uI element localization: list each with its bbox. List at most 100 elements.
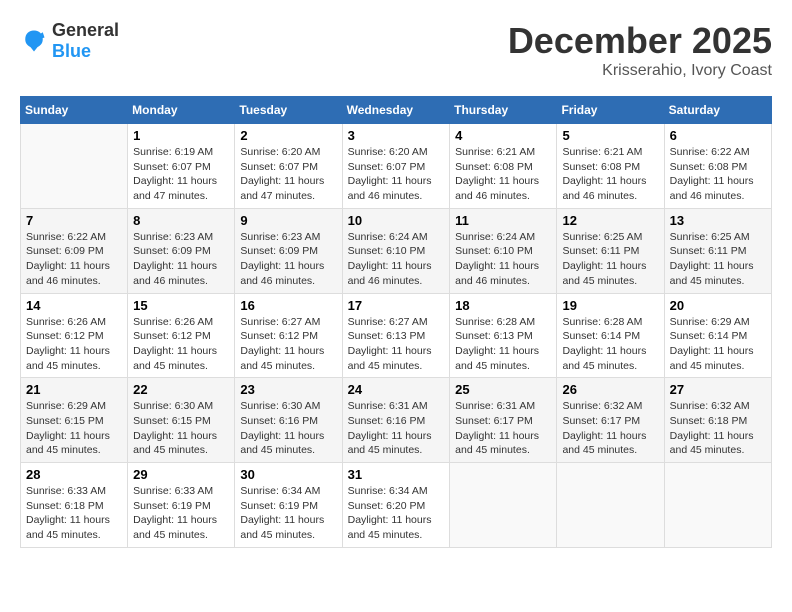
day-info: Sunrise: 6:20 AM Sunset: 6:07 PM Dayligh… — [348, 145, 445, 204]
calendar-cell: 19 Sunrise: 6:28 AM Sunset: 6:14 PM Dayli… — [557, 293, 664, 378]
calendar-cell: 12 Sunrise: 6:25 AM Sunset: 6:11 PM Dayli… — [557, 208, 664, 293]
calendar-cell: 1 Sunrise: 6:19 AM Sunset: 6:07 PM Daylig… — [128, 124, 235, 209]
day-info: Sunrise: 6:30 AM Sunset: 6:15 PM Dayligh… — [133, 399, 229, 458]
day-info: Sunrise: 6:29 AM Sunset: 6:15 PM Dayligh… — [26, 399, 122, 458]
calendar-cell: 25 Sunrise: 6:31 AM Sunset: 6:17 PM Dayli… — [450, 378, 557, 463]
day-info: Sunrise: 6:32 AM Sunset: 6:17 PM Dayligh… — [562, 399, 658, 458]
calendar-cell: 4 Sunrise: 6:21 AM Sunset: 6:08 PM Daylig… — [450, 124, 557, 209]
day-info: Sunrise: 6:27 AM Sunset: 6:13 PM Dayligh… — [348, 315, 445, 374]
day-number: 20 — [670, 298, 766, 313]
day-info: Sunrise: 6:33 AM Sunset: 6:18 PM Dayligh… — [26, 484, 122, 543]
calendar-cell: 14Sunrise: 6:26 AM Sunset: 6:12 PM Dayli… — [21, 293, 128, 378]
calendar-cell — [664, 463, 771, 548]
day-header-wednesday: Wednesday — [342, 97, 450, 124]
calendar-header-row: SundayMondayTuesdayWednesdayThursdayFrid… — [21, 97, 772, 124]
calendar-cell: 3 Sunrise: 6:20 AM Sunset: 6:07 PM Daylig… — [342, 124, 450, 209]
day-info: Sunrise: 6:34 AM Sunset: 6:19 PM Dayligh… — [240, 484, 336, 543]
calendar-cell: 11Sunrise: 6:24 AM Sunset: 6:10 PM Dayli… — [450, 208, 557, 293]
day-info: Sunrise: 6:29 AM Sunset: 6:14 PM Dayligh… — [670, 315, 766, 374]
day-info: Sunrise: 6:27 AM Sunset: 6:12 PM Dayligh… — [240, 315, 336, 374]
day-header-thursday: Thursday — [450, 97, 557, 124]
calendar-cell — [557, 463, 664, 548]
day-number: 21 — [26, 382, 122, 397]
day-info: Sunrise: 6:33 AM Sunset: 6:19 PM Dayligh… — [133, 484, 229, 543]
day-number: 25 — [455, 382, 551, 397]
day-number: 9 — [240, 213, 336, 228]
logo-general: General — [52, 20, 119, 40]
title-area: December 2025 Krisserahio, Ivory Coast — [508, 20, 772, 80]
day-number: 24 — [348, 382, 445, 397]
day-number: 29 — [133, 467, 229, 482]
day-number: 7 — [26, 213, 122, 228]
day-number: 13 — [670, 213, 766, 228]
logo-text: General Blue — [52, 20, 119, 62]
day-number: 19 — [562, 298, 658, 313]
day-info: Sunrise: 6:21 AM Sunset: 6:08 PM Dayligh… — [562, 145, 658, 204]
day-info: Sunrise: 6:21 AM Sunset: 6:08 PM Dayligh… — [455, 145, 551, 204]
day-number: 10 — [348, 213, 445, 228]
calendar-cell — [450, 463, 557, 548]
day-info: Sunrise: 6:20 AM Sunset: 6:07 PM Dayligh… — [240, 145, 336, 204]
week-row-1: 1 Sunrise: 6:19 AM Sunset: 6:07 PM Daylig… — [21, 124, 772, 209]
day-info: Sunrise: 6:22 AM Sunset: 6:09 PM Dayligh… — [26, 230, 122, 289]
day-number: 6 — [670, 128, 766, 143]
day-number: 26 — [562, 382, 658, 397]
day-info: Sunrise: 6:30 AM Sunset: 6:16 PM Dayligh… — [240, 399, 336, 458]
calendar-cell — [21, 124, 128, 209]
calendar-cell: 2 Sunrise: 6:20 AM Sunset: 6:07 PM Daylig… — [235, 124, 342, 209]
day-number: 5 — [562, 128, 658, 143]
day-info: Sunrise: 6:26 AM Sunset: 6:12 PM Dayligh… — [26, 315, 122, 374]
day-number: 28 — [26, 467, 122, 482]
location-subtitle: Krisserahio, Ivory Coast — [508, 62, 772, 80]
day-number: 1 — [133, 128, 229, 143]
day-info: Sunrise: 6:24 AM Sunset: 6:10 PM Dayligh… — [455, 230, 551, 289]
day-info: Sunrise: 6:19 AM Sunset: 6:07 PM Dayligh… — [133, 145, 229, 204]
day-info: Sunrise: 6:22 AM Sunset: 6:08 PM Dayligh… — [670, 145, 766, 204]
day-info: Sunrise: 6:24 AM Sunset: 6:10 PM Dayligh… — [348, 230, 445, 289]
logo: General Blue — [20, 20, 119, 62]
day-info: Sunrise: 6:28 AM Sunset: 6:13 PM Dayligh… — [455, 315, 551, 374]
logo-icon — [20, 27, 48, 55]
day-number: 15 — [133, 298, 229, 313]
calendar-cell: 22 Sunrise: 6:30 AM Sunset: 6:15 PM Dayli… — [128, 378, 235, 463]
day-info: Sunrise: 6:32 AM Sunset: 6:18 PM Dayligh… — [670, 399, 766, 458]
day-number: 30 — [240, 467, 336, 482]
calendar-cell: 20 Sunrise: 6:29 AM Sunset: 6:14 PM Dayli… — [664, 293, 771, 378]
day-number: 12 — [562, 213, 658, 228]
calendar-table: SundayMondayTuesdayWednesdayThursdayFrid… — [20, 96, 772, 548]
day-number: 3 — [348, 128, 445, 143]
day-header-saturday: Saturday — [664, 97, 771, 124]
day-number: 4 — [455, 128, 551, 143]
calendar-cell: 23 Sunrise: 6:30 AM Sunset: 6:16 PM Dayli… — [235, 378, 342, 463]
day-info: Sunrise: 6:28 AM Sunset: 6:14 PM Dayligh… — [562, 315, 658, 374]
day-number: 16 — [240, 298, 336, 313]
day-info: Sunrise: 6:25 AM Sunset: 6:11 PM Dayligh… — [670, 230, 766, 289]
calendar-cell: 27 Sunrise: 6:32 AM Sunset: 6:18 PM Dayli… — [664, 378, 771, 463]
week-row-2: 7 Sunrise: 6:22 AM Sunset: 6:09 PM Daylig… — [21, 208, 772, 293]
day-header-monday: Monday — [128, 97, 235, 124]
day-header-friday: Friday — [557, 97, 664, 124]
week-row-5: 28 Sunrise: 6:33 AM Sunset: 6:18 PM Dayli… — [21, 463, 772, 548]
logo-blue: Blue — [52, 41, 91, 61]
calendar-cell: 26 Sunrise: 6:32 AM Sunset: 6:17 PM Dayli… — [557, 378, 664, 463]
day-info: Sunrise: 6:34 AM Sunset: 6:20 PM Dayligh… — [348, 484, 445, 543]
month-year-title: December 2025 — [508, 20, 772, 62]
day-number: 8 — [133, 213, 229, 228]
day-info: Sunrise: 6:26 AM Sunset: 6:12 PM Dayligh… — [133, 315, 229, 374]
day-info: Sunrise: 6:31 AM Sunset: 6:16 PM Dayligh… — [348, 399, 445, 458]
day-header-tuesday: Tuesday — [235, 97, 342, 124]
day-info: Sunrise: 6:31 AM Sunset: 6:17 PM Dayligh… — [455, 399, 551, 458]
day-number: 23 — [240, 382, 336, 397]
day-number: 31 — [348, 467, 445, 482]
day-number: 17 — [348, 298, 445, 313]
calendar-cell: 5 Sunrise: 6:21 AM Sunset: 6:08 PM Daylig… — [557, 124, 664, 209]
day-header-sunday: Sunday — [21, 97, 128, 124]
day-number: 27 — [670, 382, 766, 397]
day-number: 22 — [133, 382, 229, 397]
day-info: Sunrise: 6:23 AM Sunset: 6:09 PM Dayligh… — [240, 230, 336, 289]
calendar-cell: 8Sunrise: 6:23 AM Sunset: 6:09 PM Daylig… — [128, 208, 235, 293]
week-row-4: 21 Sunrise: 6:29 AM Sunset: 6:15 PM Dayli… — [21, 378, 772, 463]
day-info: Sunrise: 6:25 AM Sunset: 6:11 PM Dayligh… — [562, 230, 658, 289]
day-number: 2 — [240, 128, 336, 143]
calendar-cell: 18Sunrise: 6:28 AM Sunset: 6:13 PM Dayli… — [450, 293, 557, 378]
